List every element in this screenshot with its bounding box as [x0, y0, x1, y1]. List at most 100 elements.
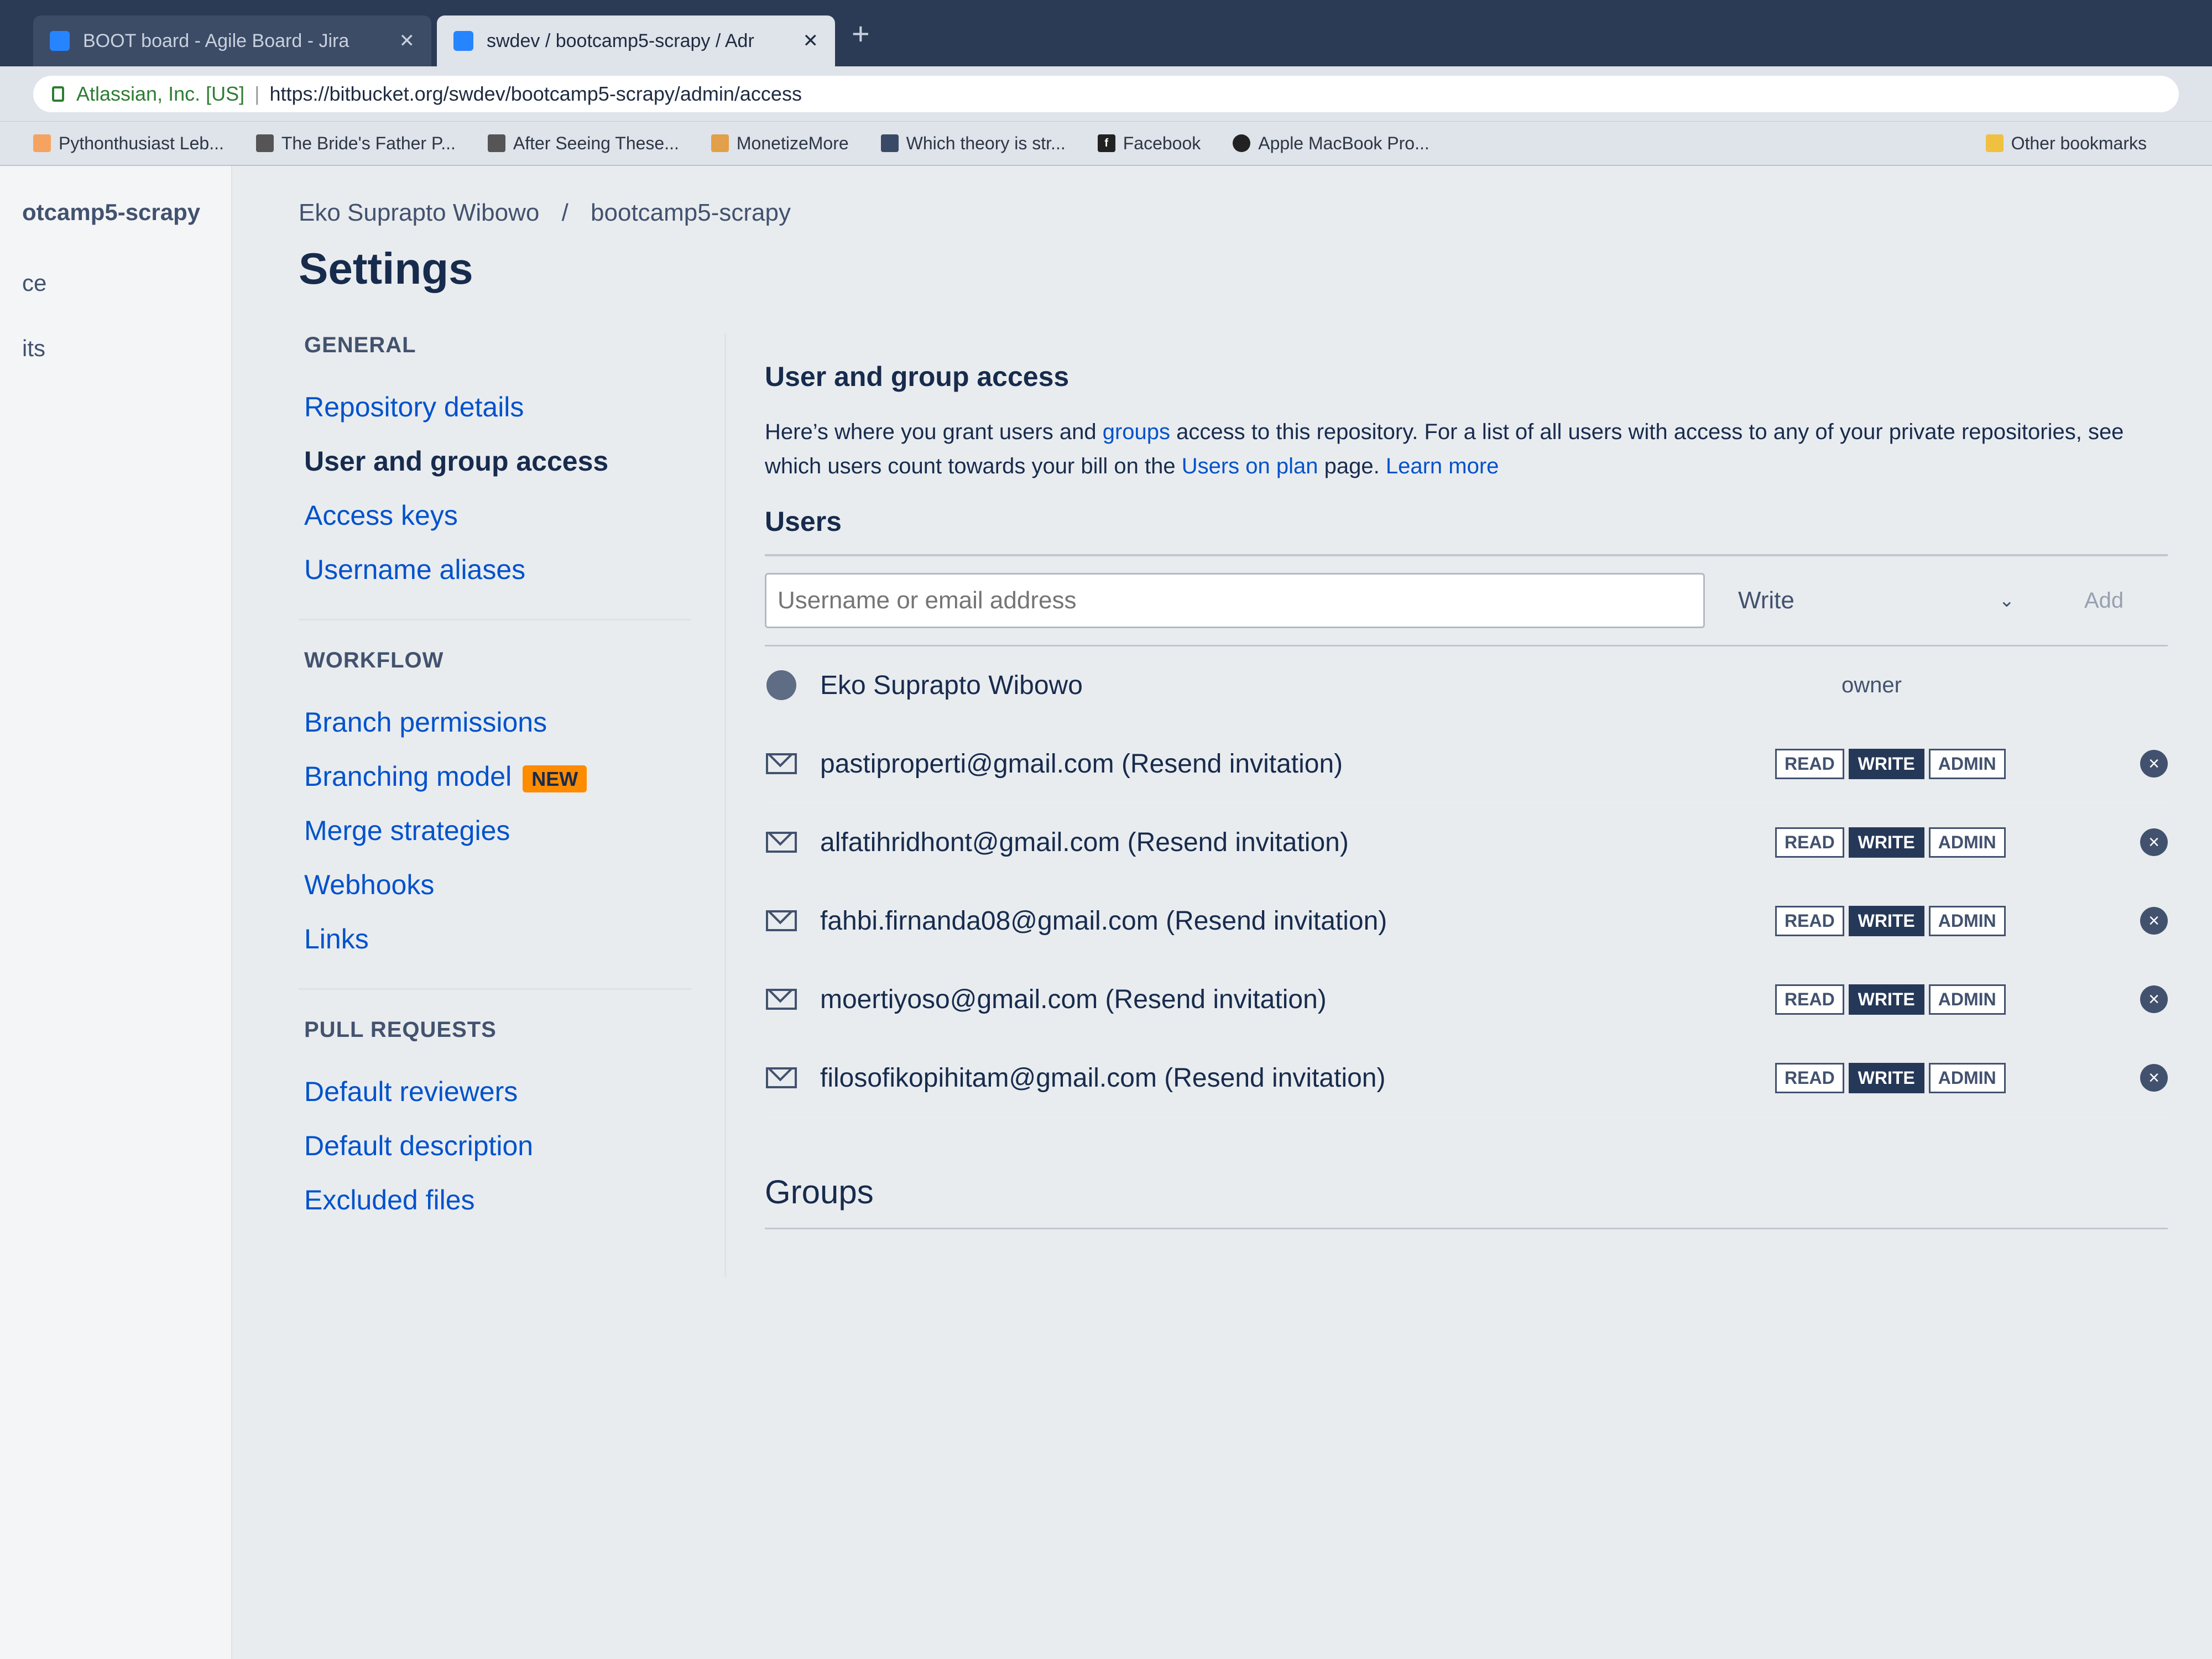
- remove-icon[interactable]: ×: [2140, 985, 2168, 1013]
- read-button[interactable]: READ: [1775, 984, 1844, 1015]
- admin-button[interactable]: ADMIN: [1928, 984, 2006, 1015]
- close-icon[interactable]: ✕: [803, 30, 819, 52]
- nav-item-default-description[interactable]: Default description: [299, 1119, 691, 1173]
- owner-role: owner: [1841, 672, 1902, 697]
- nav-item-webhooks[interactable]: Webhooks: [299, 858, 691, 912]
- resend-invitation-link[interactable]: (Resend invitation): [1164, 1063, 1385, 1093]
- bookmark-favicon-icon: [1233, 134, 1251, 152]
- settings-nav: GENERAL Repository details User and grou…: [299, 333, 724, 1277]
- tab-bitbucket-admin[interactable]: swdev / bootcamp5-scrapy / Adr ✕: [437, 15, 835, 66]
- resend-invitation-link[interactable]: (Resend invitation): [1166, 906, 1387, 936]
- avatar: [766, 670, 796, 700]
- resend-invitation-link[interactable]: (Resend invitation): [1128, 828, 1349, 857]
- url-text: https://bitbucket.org/swdev/bootcamp5-sc…: [269, 82, 802, 105]
- read-button[interactable]: READ: [1775, 748, 1844, 779]
- intro-text: Here’s where you grant users and groups …: [765, 420, 2124, 478]
- permission-toggle: READ WRITE ADMIN: [1775, 905, 2074, 936]
- breadcrumb: Eko Suprapto Wibowo / bootcamp5-scrapy: [299, 199, 2168, 227]
- write-button[interactable]: WRITE: [1848, 827, 1924, 858]
- nav-group-general: GENERAL Repository details User and grou…: [299, 333, 691, 620]
- certificate-org: Atlassian, Inc. [US]: [76, 82, 245, 105]
- users-on-plan-link[interactable]: Users on plan: [1182, 454, 1318, 478]
- section-title: User and group access: [765, 361, 1070, 392]
- add-user-row: Write ⌄ Add: [765, 554, 2168, 646]
- nav-item-links[interactable]: Links: [299, 912, 691, 966]
- invited-users-list: pastiproperti@gmail.com (Resend invitati…: [765, 725, 2168, 1118]
- permission-toggle: READ WRITE ADMIN: [1775, 748, 2074, 779]
- add-user-button[interactable]: Add: [2081, 588, 2127, 614]
- write-button[interactable]: WRITE: [1848, 984, 1924, 1015]
- bookmark-favicon-icon: [33, 134, 51, 152]
- read-button[interactable]: READ: [1775, 1062, 1844, 1093]
- remove-icon[interactable]: ×: [2140, 907, 2168, 935]
- permission-select[interactable]: Write ⌄: [1738, 587, 2015, 614]
- write-button[interactable]: WRITE: [1848, 1062, 1924, 1093]
- bookmark-item[interactable]: After Seeing These...: [487, 133, 679, 154]
- resend-invitation-link[interactable]: (Resend invitation): [1105, 985, 1327, 1014]
- resend-invitation-link[interactable]: (Resend invitation): [1121, 749, 1343, 779]
- nav-item-username-aliases[interactable]: Username aliases: [299, 542, 691, 597]
- bookmark-item[interactable]: f Facebook: [1097, 133, 1201, 154]
- remove-icon[interactable]: ×: [2140, 828, 2168, 856]
- breadcrumb-repo[interactable]: bootcamp5-scrapy: [591, 199, 791, 226]
- user-email: fahbi.firnanda08@gmail.com (Resend invit…: [820, 906, 1775, 936]
- remove-icon[interactable]: ×: [2140, 1064, 2168, 1092]
- table-row: alfatihridhont@gmail.com (Resend invitat…: [765, 804, 2168, 882]
- nav-item-branch-permissions[interactable]: Branch permissions: [299, 695, 691, 749]
- table-row: pastiproperti@gmail.com (Resend invitati…: [765, 725, 2168, 804]
- bookmark-favicon-icon: [255, 134, 274, 152]
- settings-content: Eko Suprapto Wibowo / bootcamp5-scrapy S…: [232, 166, 2212, 1659]
- new-tab-button[interactable]: +: [852, 15, 870, 51]
- nav-item-user-and-group-access[interactable]: User and group access: [299, 434, 691, 488]
- nav-group-workflow: WORKFLOW Branch permissions Branching mo…: [299, 648, 691, 990]
- learn-more-link[interactable]: Learn more: [1386, 454, 1499, 478]
- username-input[interactable]: [765, 573, 1705, 628]
- bookmark-favicon-icon: [711, 134, 729, 152]
- breadcrumb-owner[interactable]: Eko Suprapto Wibowo: [299, 199, 539, 226]
- url-field[interactable]: Atlassian, Inc. [US] | https://bitbucket…: [33, 75, 2179, 112]
- nav-item-access-keys[interactable]: Access keys: [299, 488, 691, 542]
- users-heading: Users: [765, 506, 842, 537]
- repo-sidebar-link[interactable]: ce: [22, 270, 209, 296]
- bookmark-item[interactable]: Which theory is str...: [880, 133, 1066, 154]
- admin-button[interactable]: ADMIN: [1928, 827, 2006, 858]
- nav-item-branching-model[interactable]: Branching model NEW: [299, 749, 691, 804]
- facebook-icon: f: [1097, 134, 1115, 152]
- groups-divider: [765, 1228, 2168, 1229]
- nav-heading: GENERAL: [304, 333, 416, 357]
- admin-button[interactable]: ADMIN: [1928, 905, 2006, 936]
- nav-item-merge-strategies[interactable]: Merge strategies: [299, 804, 691, 858]
- bitbucket-favicon-icon: [453, 31, 473, 51]
- table-row: fahbi.firnanda08@gmail.com (Resend invit…: [765, 882, 2168, 961]
- permission-toggle: READ WRITE ADMIN: [1775, 1062, 2074, 1093]
- groups-link[interactable]: groups: [1103, 420, 1170, 444]
- user-email: moertiyoso@gmail.com (Resend invitation): [820, 984, 1775, 1015]
- tab-jira-board[interactable]: BOOT board - Agile Board - Jira ✕: [33, 15, 431, 66]
- nav-item-repository-details[interactable]: Repository details: [299, 380, 691, 434]
- admin-button[interactable]: ADMIN: [1928, 748, 2006, 779]
- repo-sidebar-link[interactable]: its: [22, 335, 209, 362]
- nav-heading: WORKFLOW: [304, 648, 444, 672]
- tab-title: BOOT board - Agile Board - Jira: [83, 30, 349, 51]
- owner-name[interactable]: Eko Suprapto Wibowo: [820, 670, 1841, 701]
- bookmark-item[interactable]: Pythonthusiast Leb...: [33, 133, 224, 154]
- write-button[interactable]: WRITE: [1848, 905, 1924, 936]
- repo-sidebar: otcamp5-scrapy ce its: [0, 166, 232, 1659]
- bookmark-favicon-icon: [880, 134, 899, 152]
- bookmark-item[interactable]: MonetizeMore: [711, 133, 849, 154]
- read-button[interactable]: READ: [1775, 905, 1844, 936]
- remove-icon[interactable]: ×: [2140, 750, 2168, 778]
- bookmark-item[interactable]: Apple MacBook Pro...: [1233, 133, 1430, 154]
- close-icon[interactable]: ✕: [399, 30, 415, 52]
- table-row: filosofikopihitam@gmail.com (Resend invi…: [765, 1039, 2168, 1118]
- nav-item-excluded-files[interactable]: Excluded files: [299, 1173, 691, 1227]
- bookmark-item[interactable]: The Bride's Father P...: [255, 133, 456, 154]
- nav-item-default-reviewers[interactable]: Default reviewers: [299, 1065, 691, 1119]
- repo-name[interactable]: otcamp5-scrapy: [22, 199, 209, 226]
- read-button[interactable]: READ: [1775, 827, 1844, 858]
- user-email-address: moertiyoso@gmail.com: [820, 984, 1098, 1014]
- other-bookmarks[interactable]: Other bookmarks: [1985, 133, 2147, 154]
- admin-button[interactable]: ADMIN: [1928, 1062, 2006, 1093]
- nav-item-label: Branching model: [304, 761, 512, 792]
- write-button[interactable]: WRITE: [1848, 748, 1924, 779]
